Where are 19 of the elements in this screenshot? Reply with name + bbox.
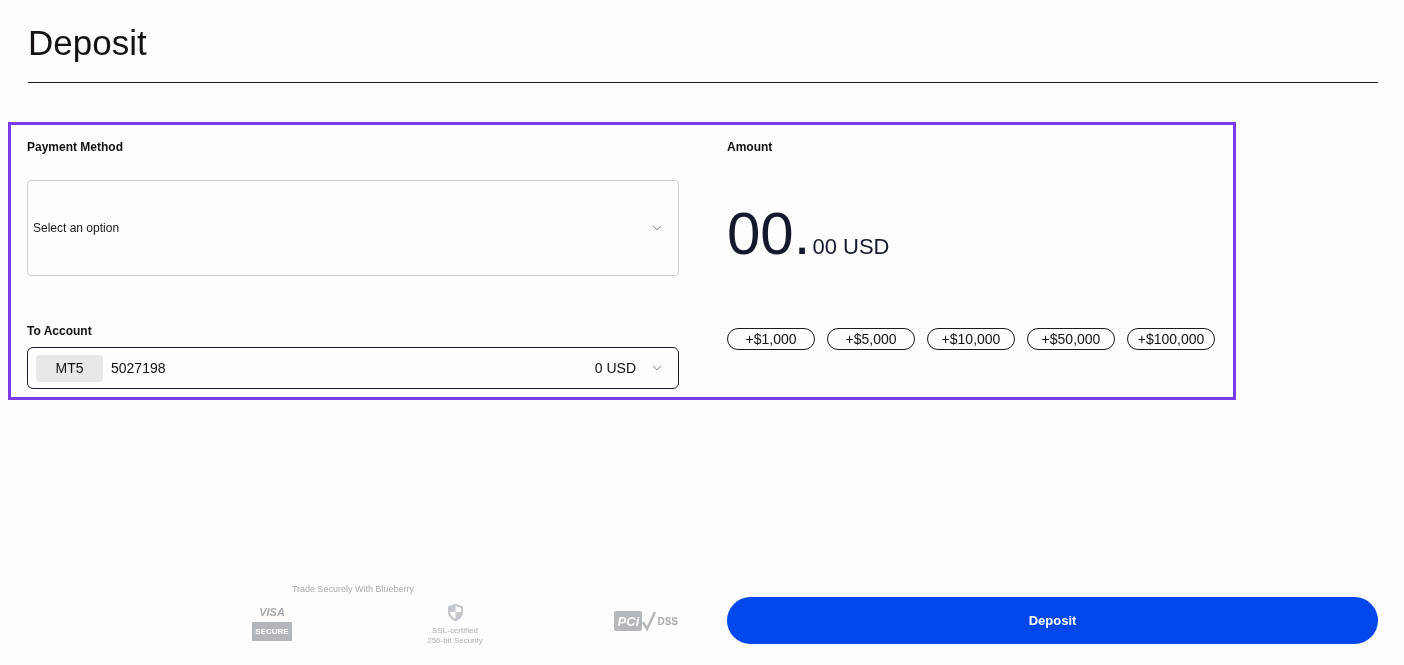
visa-logo-text: VISA [259,606,285,618]
ssl-caption: SSL-certified 256-bit Security [427,626,483,646]
amount-display: 00.00 USD [727,204,890,264]
payment-method-select[interactable]: Select an option [27,180,679,276]
secure-tile: SECURE [252,622,292,641]
check-icon [642,611,657,631]
security-heading: Trade Securely With Blueberry [291,584,415,595]
field-label: To Account [27,323,92,339]
page-title: Deposit [28,22,147,64]
dss-logo-text: DSS [657,615,678,627]
shield-icon [446,603,464,622]
account-number: 5027198 [111,360,167,376]
deposit-button[interactable]: Deposit [727,597,1378,644]
account-select[interactable]: MT5 5027198 0 USD [27,347,679,389]
pci-logo-tile: PCi [614,611,643,631]
account-balance: 0 USD [594,360,636,376]
field-label: Payment Method [27,139,123,155]
field-label: Amount [727,139,773,155]
platform-tag: MT5 [36,354,103,382]
